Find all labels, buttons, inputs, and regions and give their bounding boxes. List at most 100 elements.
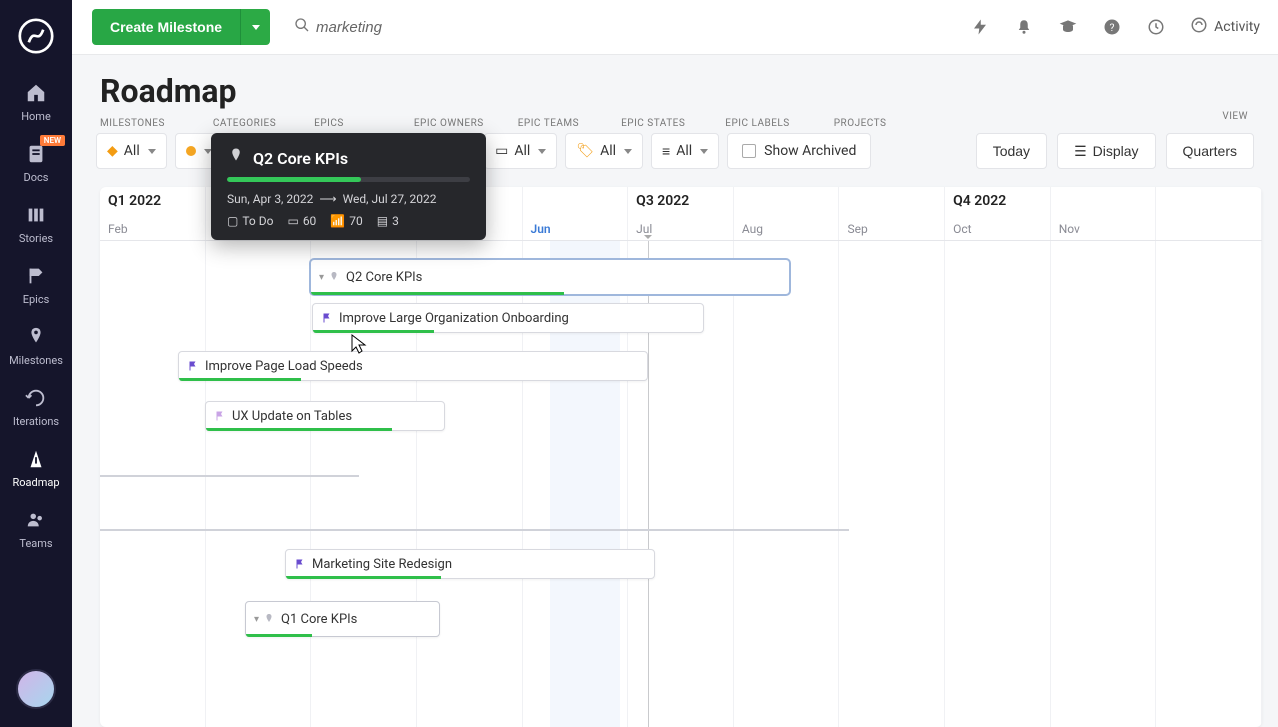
sidebar-item-label: Stories bbox=[19, 232, 53, 245]
milestone-divider bbox=[100, 475, 359, 477]
bolt-icon[interactable] bbox=[970, 17, 990, 37]
app-logo[interactable] bbox=[14, 14, 58, 58]
timeline-column: Sep bbox=[839, 187, 945, 240]
bell-icon[interactable] bbox=[1014, 17, 1034, 37]
sidebar-item-label: Teams bbox=[19, 537, 52, 550]
show-archived-toggle[interactable]: Show Archived bbox=[727, 133, 871, 169]
grad-cap-icon[interactable] bbox=[1058, 17, 1078, 37]
app-root: Home NEW Docs Stories Epics Milestones I… bbox=[0, 0, 1278, 727]
filter-epic-states[interactable]: ▭ All bbox=[484, 133, 557, 169]
activity-link[interactable]: Activity bbox=[1190, 16, 1260, 38]
chevron-down-icon bbox=[624, 149, 632, 154]
search-box[interactable] bbox=[294, 17, 576, 37]
sidebar-item-epics[interactable]: Epics bbox=[1, 255, 71, 316]
create-milestone-button[interactable]: Create Milestone bbox=[92, 9, 270, 45]
pin-icon bbox=[227, 147, 245, 169]
new-badge: NEW bbox=[40, 135, 65, 146]
display-button[interactable]: ☰ Display bbox=[1057, 133, 1155, 169]
tooltip-progress bbox=[227, 177, 470, 182]
main: Create Milestone ? Activity Roadmap bbox=[72, 0, 1278, 727]
create-milestone-label[interactable]: Create Milestone bbox=[92, 9, 240, 45]
view-label: VIEW bbox=[1222, 111, 1248, 122]
flag-icon bbox=[294, 558, 306, 570]
milestone-bar[interactable]: ▾ Q1 Core KPIs bbox=[245, 601, 440, 637]
tooltip-count2: 70 bbox=[349, 214, 363, 228]
month-label: Sep bbox=[847, 222, 867, 236]
help-icon[interactable]: ? bbox=[1102, 17, 1122, 37]
milestone-tooltip: Q2 Core KPIs Sun, Apr 3, 2022 ⟶ Wed, Jul… bbox=[211, 133, 486, 240]
today-button[interactable]: Today bbox=[976, 133, 1047, 169]
tooltip-stats: ▢To Do ▭60 📶70 ▤3 bbox=[227, 214, 470, 228]
timeline-column: Q4 2022Oct bbox=[945, 187, 1051, 240]
status-icon: ▢ bbox=[227, 214, 238, 228]
sidebar-item-iterations[interactable]: Iterations bbox=[1, 377, 71, 438]
search-input[interactable] bbox=[316, 19, 576, 36]
filter-value: All bbox=[124, 143, 140, 159]
sidebar-item-teams[interactable]: Teams bbox=[1, 499, 71, 560]
epic-bar[interactable]: Improve Page Load Speeds bbox=[178, 351, 648, 381]
avatar[interactable] bbox=[16, 669, 56, 709]
sidebar-item-label: Docs bbox=[24, 171, 49, 184]
sidebar-item-stories[interactable]: Stories bbox=[1, 194, 71, 255]
tooltip-start: Sun, Apr 3, 2022 bbox=[227, 192, 313, 206]
create-dropdown-caret[interactable] bbox=[240, 9, 270, 45]
filter-label: EPIC STATES bbox=[621, 118, 685, 129]
checkbox-icon bbox=[742, 144, 756, 158]
right-controls: Today ☰ Display Quarters VIEW bbox=[976, 133, 1254, 169]
chevron-down-icon[interactable]: ▾ bbox=[319, 272, 324, 283]
sidebar-item-home[interactable]: Home bbox=[1, 72, 71, 133]
filter-value: All bbox=[676, 143, 692, 159]
tooltip-count1: 60 bbox=[303, 214, 317, 228]
filter-projects[interactable]: ≡ All bbox=[651, 133, 719, 169]
pin-icon bbox=[263, 613, 275, 625]
milestone-bar[interactable]: ▾Q2 Core KPIs bbox=[310, 259, 790, 295]
month-label: Jun bbox=[531, 222, 551, 236]
month-label: Nov bbox=[1059, 222, 1080, 236]
filter-epic-labels[interactable]: 🏷 All bbox=[565, 133, 643, 169]
iterations-icon bbox=[23, 385, 49, 411]
sidebar-item-label: Epics bbox=[23, 293, 50, 306]
bar-label: Marketing Site Redesign bbox=[312, 557, 452, 572]
quarter-label: Q1 2022 bbox=[108, 193, 205, 209]
clock-icon[interactable] bbox=[1146, 17, 1166, 37]
sidebar-item-docs[interactable]: NEW Docs bbox=[1, 133, 71, 194]
chevron-down-icon[interactable]: ▾ bbox=[254, 614, 259, 625]
timeline-column: Q1 2022Feb bbox=[100, 187, 206, 240]
flag-icon bbox=[187, 360, 199, 372]
epic-bar[interactable]: Improve Large Organization Onboarding bbox=[312, 303, 704, 333]
epic-bar[interactable]: Marketing Site Redesign bbox=[285, 549, 655, 579]
filter-label: PROJECTS bbox=[834, 118, 887, 129]
epic-bar[interactable]: UX Update on Tables bbox=[205, 401, 445, 431]
topbar: Create Milestone ? Activity bbox=[72, 0, 1278, 54]
timeline-column: Q3 2022Jul bbox=[628, 187, 734, 240]
epics-icon bbox=[23, 263, 49, 289]
card-icon: ▭ bbox=[287, 214, 298, 228]
bar-progress bbox=[313, 330, 434, 333]
state-icon: ▭ bbox=[495, 143, 508, 159]
topbar-right: ? Activity bbox=[970, 16, 1260, 38]
arrow-right-icon: ⟶ bbox=[319, 192, 336, 206]
timeline-body[interactable]: ▾Q2 Core KPIs Improve Large Organization … bbox=[100, 241, 1262, 727]
tag-icon: 🏷 bbox=[576, 143, 594, 159]
chevron-down-icon bbox=[148, 149, 156, 154]
timeline[interactable]: Q1 2022FebMarQ2 2022AprMayJunQ3 2022JulA… bbox=[100, 187, 1262, 727]
filter-value: All bbox=[514, 143, 530, 159]
timeline-column: Aug bbox=[734, 187, 840, 240]
tooltip-dates: Sun, Apr 3, 2022 ⟶ Wed, Jul 27, 2022 bbox=[227, 192, 470, 206]
quarter-label: Q3 2022 bbox=[636, 193, 733, 209]
tooltip-status: To Do bbox=[242, 214, 273, 228]
tooltip-title: Q2 Core KPIs bbox=[253, 149, 348, 168]
stories-icon bbox=[23, 202, 49, 228]
filter-label: EPICS bbox=[314, 118, 344, 129]
bar-label: Improve Large Organization Onboarding bbox=[339, 311, 569, 326]
quarter-label: Q4 2022 bbox=[953, 193, 1050, 209]
filter-milestones[interactable]: ◆ All bbox=[96, 133, 167, 169]
sidebar-item-roadmap[interactable]: Roadmap bbox=[1, 438, 71, 499]
project-icon: ≡ bbox=[662, 143, 670, 160]
pin-icon: ◆ bbox=[107, 143, 118, 159]
filter-label: EPIC OWNERS bbox=[414, 118, 484, 129]
sidebar-item-milestones[interactable]: Milestones bbox=[1, 316, 71, 377]
bar-label: Q1 Core KPIs bbox=[281, 612, 357, 627]
signal-icon: 📶 bbox=[330, 214, 345, 228]
quarters-button[interactable]: Quarters bbox=[1166, 133, 1254, 169]
